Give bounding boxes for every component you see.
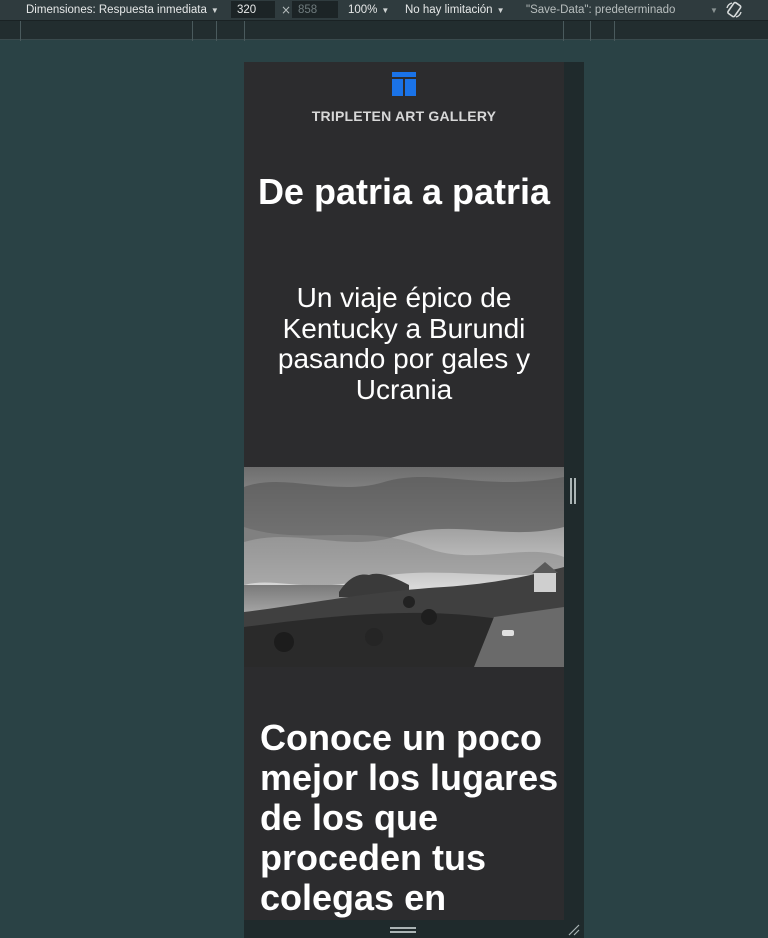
save-data-dropdown[interactable]: "Save-Data": predeterminado xyxy=(526,0,675,20)
zoom-label: 100% xyxy=(348,4,378,16)
width-input[interactable]: 320 xyxy=(231,1,275,18)
throttling-label: No hay limitación xyxy=(405,4,493,16)
chevron-down-icon: ▼ xyxy=(381,5,390,15)
resize-handle-icon[interactable] xyxy=(566,922,580,936)
rotate-icon[interactable] xyxy=(724,0,744,20)
hero-title: De patria a patria xyxy=(257,171,551,212)
device-viewport[interactable]: TRIPLETEN ART GALLERY De patria a patria… xyxy=(244,62,564,920)
site-name[interactable]: TRIPLETEN ART GALLERY xyxy=(244,108,564,124)
ruler-tick xyxy=(563,21,564,41)
section-title: Conoce un poco mejor los lugares de los … xyxy=(260,717,559,918)
throttling-dropdown[interactable]: No hay limitación ▼ xyxy=(405,0,505,20)
ruler-tick xyxy=(192,21,193,41)
ruler-tick xyxy=(614,21,615,41)
ruler-tick xyxy=(590,21,591,41)
times-symbol: × xyxy=(281,3,292,17)
dimensions-label: Dimensiones: Respuesta inmediata xyxy=(26,4,207,16)
save-data-label: "Save-Data": predeterminado xyxy=(526,4,676,16)
ruler-tick xyxy=(216,21,217,41)
zoom-dropdown[interactable]: 100% ▼ xyxy=(348,0,389,20)
ruler-tick xyxy=(244,21,245,41)
gallery-logo-icon[interactable] xyxy=(392,72,416,96)
height-input[interactable]: 858 xyxy=(292,1,338,18)
chevron-down-icon: ▼ xyxy=(210,5,219,15)
chevron-down-icon: ▼ xyxy=(496,5,505,15)
media-query-ruler[interactable] xyxy=(0,20,768,41)
dimensions-dropdown[interactable]: Dimensiones: Respuesta inmediata ▼ xyxy=(26,0,219,20)
hero-subtitle: Un viaje épico de Kentucky a Burundi pas… xyxy=(277,282,531,405)
ruler-tick xyxy=(20,21,21,41)
hero-landscape-image xyxy=(244,467,564,667)
more-options-button[interactable]: ▼ xyxy=(706,0,718,20)
chevron-down-icon: ▼ xyxy=(710,5,718,15)
width-resize-handle[interactable] xyxy=(570,478,576,504)
device-toolbar: Dimensiones: Respuesta inmediata ▼ 320 ×… xyxy=(0,0,768,20)
height-resize-handle[interactable] xyxy=(390,927,418,933)
